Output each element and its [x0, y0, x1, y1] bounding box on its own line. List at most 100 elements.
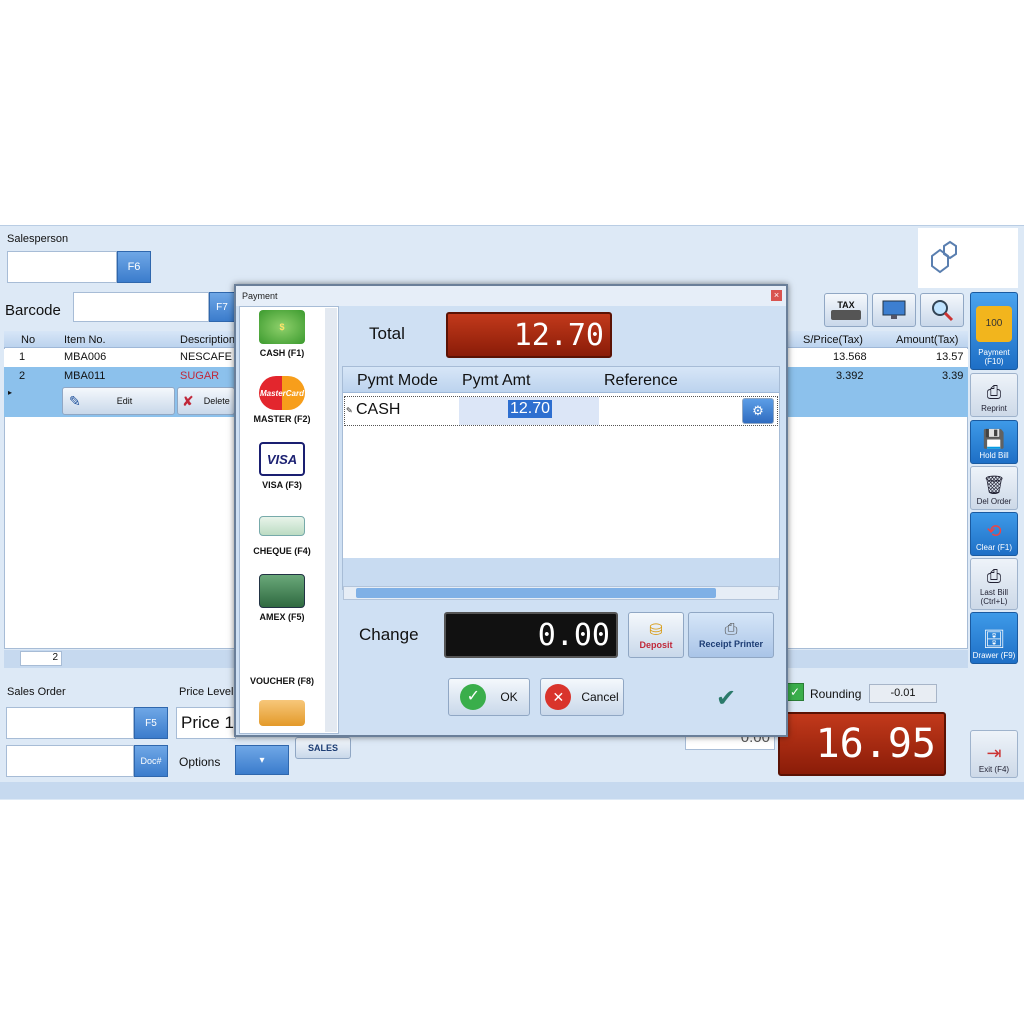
rounding-checkbox[interactable]: ✓: [786, 683, 804, 701]
sales-order-input[interactable]: [6, 707, 134, 739]
salesperson-input[interactable]: [7, 251, 117, 283]
master-method-label: MASTER (F2): [253, 414, 311, 424]
deposit-label: Deposit: [639, 640, 673, 650]
close-icon[interactable]: ×: [771, 290, 782, 301]
coins-icon: ⛁: [649, 622, 663, 639]
methods-scrollbar[interactable]: [325, 308, 337, 732]
cheque-icon: [259, 516, 305, 536]
drawer-label: Drawer (F9): [972, 651, 1016, 660]
voucher-method-label: VOUCHER (F8): [249, 676, 314, 686]
sales-button[interactable]: SALES: [295, 737, 351, 759]
last-bill-button[interactable]: ⎙ Last Bill (Ctrl+L): [970, 558, 1018, 610]
briefcase-icon: [831, 310, 861, 320]
col-reference: Reference: [604, 372, 678, 389]
cash-method[interactable]: $ CASH (F1): [242, 310, 322, 358]
change-label: Change: [359, 625, 419, 644]
deposit-button[interactable]: ⛁ Deposit: [628, 612, 684, 658]
change-display: 0.00: [444, 612, 618, 658]
salesperson-label: Salesperson: [7, 233, 69, 245]
payment-icon: 100: [976, 306, 1012, 342]
doc-number-input[interactable]: [6, 745, 134, 777]
grand-total-display: 16.95: [778, 712, 946, 776]
payment-button[interactable]: 100 Payment (F10): [970, 292, 1018, 370]
pymt-amt-value: 12.70: [508, 400, 553, 418]
col-no: No: [21, 334, 36, 346]
del-order-button[interactable]: 🗑 Del Order: [970, 466, 1018, 510]
receipt-printer-icon: ⎙: [724, 621, 738, 638]
price-level-label: Price Level: [179, 686, 234, 698]
cancel-label: Cancel: [581, 690, 619, 704]
rounding-label: Rounding: [810, 687, 862, 701]
hold-bill-button[interactable]: 💾 Hold Bill: [970, 420, 1018, 464]
dialog-title: Payment: [236, 286, 786, 306]
monitor-button[interactable]: [872, 293, 916, 327]
barcode-input[interactable]: [73, 292, 209, 322]
floppy-icon: 💾: [982, 429, 1006, 449]
options-label: Options: [179, 755, 221, 769]
sales-order-lookup-button[interactable]: F5: [134, 707, 168, 739]
reprint-label: Reprint: [981, 404, 1007, 413]
visa-method-label: VISA (F3): [262, 480, 302, 490]
scrollbar-thumb[interactable]: [356, 588, 716, 598]
delete-button[interactable]: ✘ Delete: [177, 387, 235, 415]
sales-order-label: Sales Order: [7, 686, 66, 698]
payment-dialog: Payment × $ CASH (F1) MasterCard MASTER …: [234, 284, 788, 737]
clear-button[interactable]: ⟲ Clear (F1): [970, 512, 1018, 556]
delete-icon: ✘: [182, 392, 194, 409]
salesperson-lookup-button[interactable]: F6: [117, 251, 151, 283]
barcode-lookup-button[interactable]: F7: [209, 292, 235, 322]
options-dropdown-button[interactable]: ▾: [235, 745, 289, 775]
price-level-select[interactable]: Price 1: [176, 707, 236, 739]
row1-desc: NESCAFE: [180, 351, 232, 363]
drawer-icon: 🗄: [982, 629, 1006, 649]
row2-price: 3.392: [836, 370, 864, 382]
receipt-printer-label: Receipt Printer: [698, 639, 764, 649]
row2-item: MBA011: [64, 370, 106, 382]
row1-no: 1: [19, 351, 26, 363]
row2-desc: SUGAR: [180, 370, 220, 382]
row-count: 2: [20, 651, 62, 666]
reference-lookup-button[interactable]: ⚙: [742, 398, 774, 424]
ok-button[interactable]: ✓ OK: [448, 678, 530, 716]
monitor-icon: [882, 300, 906, 319]
edit-button[interactable]: ✎ Edit: [62, 387, 175, 415]
printer-icon: ⎙: [986, 566, 1002, 586]
pymt-mode-cell[interactable]: CASH: [356, 401, 400, 419]
col-amount: Amount(Tax): [896, 334, 959, 346]
last-bill-label: Last Bill (Ctrl+L): [979, 588, 1008, 606]
exit-icon: ⇥: [986, 743, 1002, 763]
logo-icon: [931, 240, 957, 274]
cash-icon: $: [259, 310, 305, 344]
tax-button[interactable]: TAX: [824, 293, 868, 327]
barcode-label: Barcode: [5, 302, 61, 319]
cheque-method[interactable]: CHEQUE (F4): [242, 508, 322, 556]
doc-number-button[interactable]: Doc#: [134, 745, 168, 777]
check-icon: ✓: [460, 684, 487, 710]
row2-amount: 3.39: [942, 370, 964, 382]
search-button[interactable]: [920, 293, 964, 327]
printer-icon: ⎙: [986, 382, 1002, 402]
payment-label: Payment (F10): [978, 348, 1010, 366]
total-display: 12.70: [446, 312, 612, 358]
master-method[interactable]: MasterCard MASTER (F2): [242, 376, 322, 424]
receipt-printer-button[interactable]: ⎙ Receipt Printer: [688, 612, 774, 658]
del-order-label: Del Order: [976, 497, 1012, 506]
clear-icon: ⟲: [986, 521, 1002, 541]
trash-icon: 🗑: [982, 475, 1006, 495]
drawer-button[interactable]: 🗄 Drawer (F9): [970, 612, 1018, 664]
row2-no: 2: [19, 370, 26, 382]
x-icon: ✕: [545, 684, 572, 710]
reprint-button[interactable]: ⎙ Reprint: [970, 373, 1018, 417]
voucher-method[interactable]: VOUCHER (F8): [242, 676, 322, 730]
hold-bill-label: Hold Bill: [979, 451, 1009, 460]
search-icon: [932, 300, 954, 322]
tax-label: TAX: [837, 300, 855, 310]
exit-button[interactable]: ⇥ Exit (F4): [970, 730, 1018, 778]
visa-method[interactable]: VISA VISA (F3): [242, 442, 322, 490]
cancel-button[interactable]: ✕ Cancel: [540, 678, 624, 716]
delete-label: Delete: [203, 396, 230, 406]
visa-icon: VISA: [259, 442, 305, 476]
amex-method[interactable]: AMEX (F5): [242, 574, 322, 622]
row1-price: 13.568: [833, 351, 867, 363]
row-edit-indicator-icon: ✎: [346, 406, 353, 415]
